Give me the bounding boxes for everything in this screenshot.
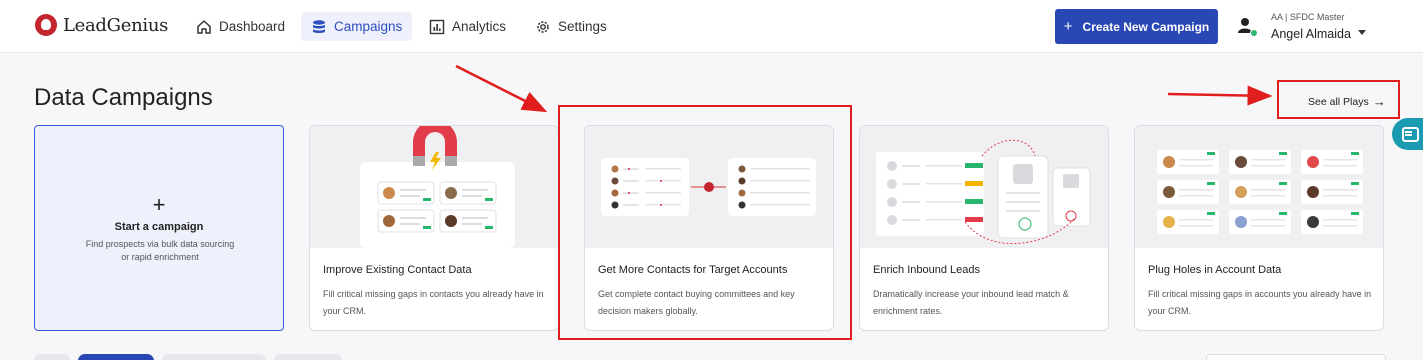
annotation-arrow: [455, 64, 548, 113]
search-input[interactable]: [1206, 354, 1386, 360]
annotation-arrow: [1167, 85, 1273, 106]
filter-tab[interactable]: [162, 354, 266, 360]
filter-tab-active[interactable]: [78, 354, 154, 360]
filter-tab[interactable]: [34, 354, 70, 360]
filter-tab[interactable]: [274, 354, 342, 360]
annotation-arrows: [455, 64, 1273, 113]
